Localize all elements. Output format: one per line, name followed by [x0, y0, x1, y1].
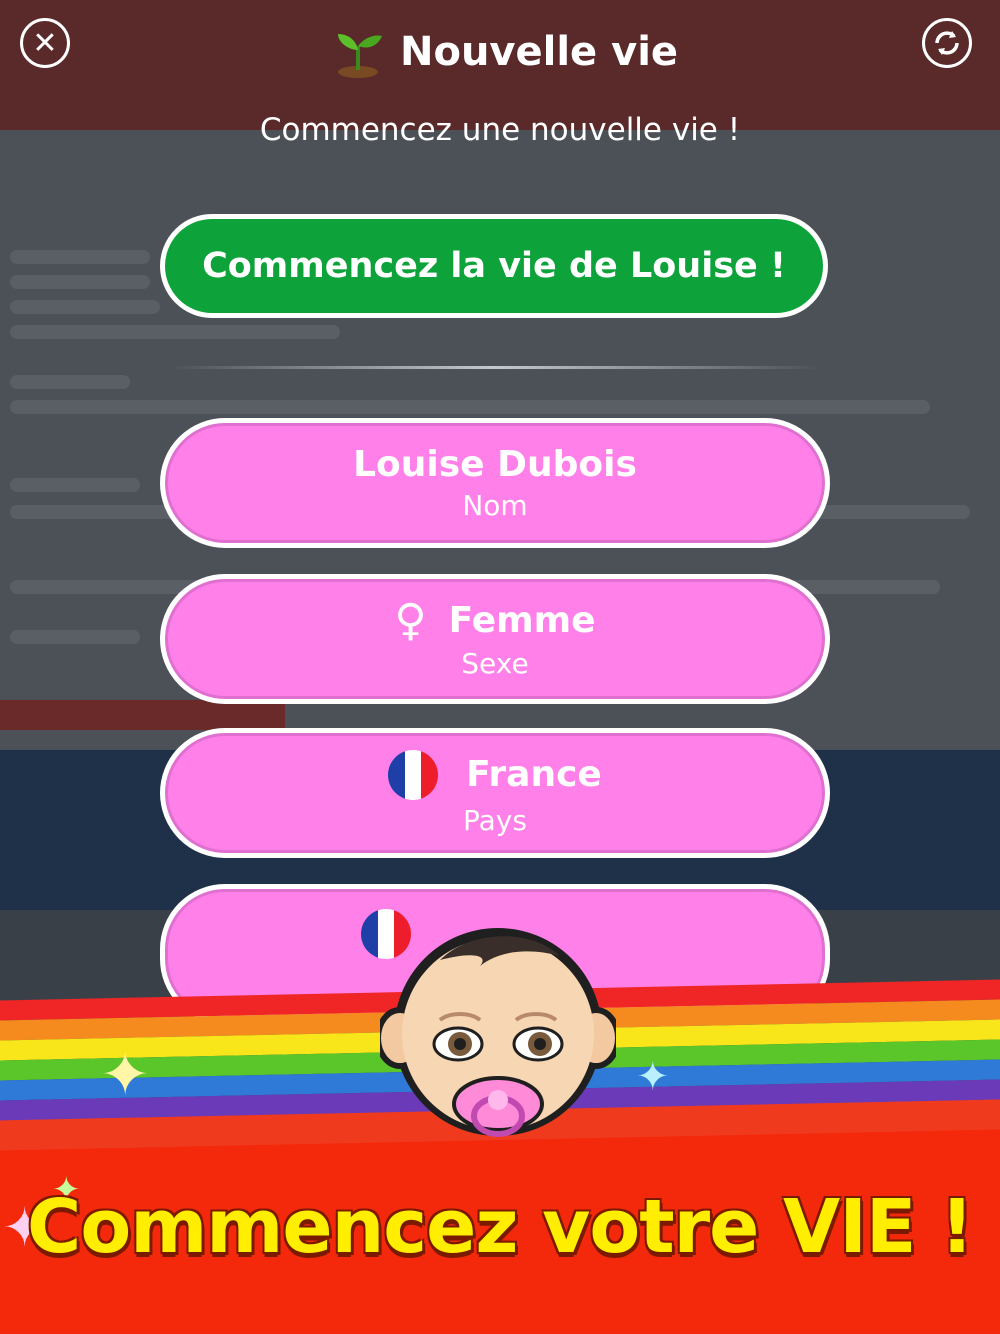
country-value: France [466, 754, 602, 795]
start-life-label: Commencez la vie de Louise ! [202, 246, 786, 286]
title-bar: Nouvelle vie [330, 20, 690, 84]
background-red-bar [0, 700, 285, 730]
name-value: Louise Dubois [353, 444, 637, 485]
sex-option-button[interactable]: ♀ Femme Sexe [160, 574, 830, 704]
refresh-button[interactable] [922, 18, 972, 68]
female-symbol-icon: ♀ [394, 594, 427, 646]
sex-value: Femme [448, 600, 596, 641]
sparkle-icon: ✦ [100, 1040, 151, 1110]
start-life-button[interactable]: Commencez la vie de Louise ! [160, 214, 828, 318]
country-option-button[interactable]: France Pays [160, 728, 830, 858]
sprout-icon [338, 34, 382, 78]
divider [170, 366, 820, 369]
close-icon: ✕ [32, 25, 58, 61]
page-title: Nouvelle vie [400, 29, 679, 75]
france-flag-icon [388, 749, 439, 800]
baby-face-icon [380, 928, 616, 1137]
sex-label: Sexe [461, 646, 529, 680]
promo-headline: Commencez votre VIE ! [27, 1184, 974, 1270]
sparkle-icon: ✦ [636, 1054, 670, 1100]
close-button[interactable]: ✕ [20, 18, 70, 68]
name-label: Nom [462, 489, 528, 522]
subtitle: Commencez une nouvelle vie ! [259, 112, 741, 148]
country-label: Pays [463, 803, 527, 837]
name-option-button[interactable]: Louise Dubois Nom [160, 418, 830, 548]
refresh-icon [935, 31, 959, 55]
